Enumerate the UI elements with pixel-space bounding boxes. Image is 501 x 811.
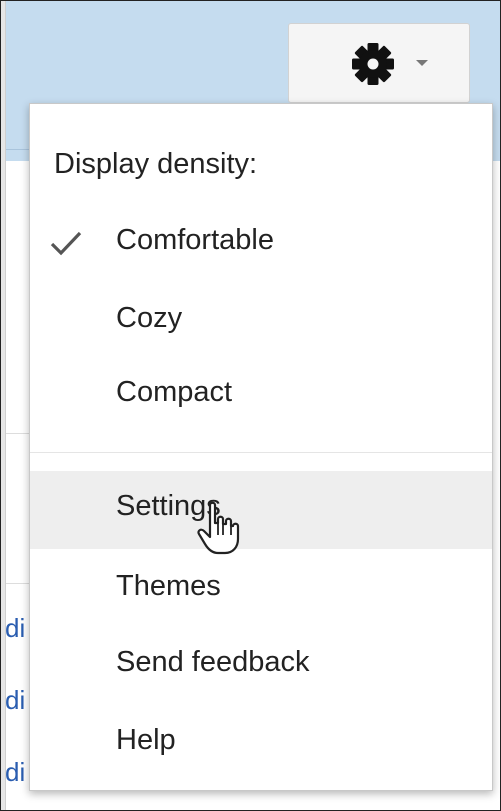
menu-item-compact[interactable]: Compact xyxy=(30,376,492,416)
link-fragment[interactable]: di xyxy=(5,759,25,785)
menu-item-settings[interactable]: Settings xyxy=(30,471,492,555)
menu-item-label: Compact xyxy=(116,376,233,408)
screen: di di di Display density: Comfortable Co… xyxy=(0,0,501,811)
menu-item-help[interactable]: Help xyxy=(30,724,492,764)
caret-down-icon xyxy=(416,60,428,66)
hand-cursor-icon xyxy=(197,501,240,555)
checkmark-icon xyxy=(50,231,82,256)
menu-item-label: Help xyxy=(116,724,176,756)
menu-item-themes[interactable]: Themes xyxy=(30,570,492,610)
menu-item-cozy[interactable]: Cozy xyxy=(30,302,492,342)
menu-item-comfortable[interactable]: Comfortable xyxy=(30,224,492,264)
menu-divider xyxy=(30,452,492,453)
menu-item-label: Themes xyxy=(116,570,221,602)
menu-item-label: Cozy xyxy=(116,302,183,334)
menu-item-send-feedback[interactable]: Send feedback xyxy=(30,646,492,686)
menu-item-label: Comfortable xyxy=(116,224,274,256)
settings-gear-button[interactable] xyxy=(288,23,470,103)
link-fragment[interactable]: di xyxy=(5,687,25,713)
display-density-heading: Display density: xyxy=(54,148,258,180)
gear-icon xyxy=(352,43,394,85)
menu-item-label: Send feedback xyxy=(116,646,310,678)
link-fragment[interactable]: di xyxy=(5,615,25,641)
settings-dropdown-menu: Display density: Comfortable Cozy Compac… xyxy=(29,103,493,791)
